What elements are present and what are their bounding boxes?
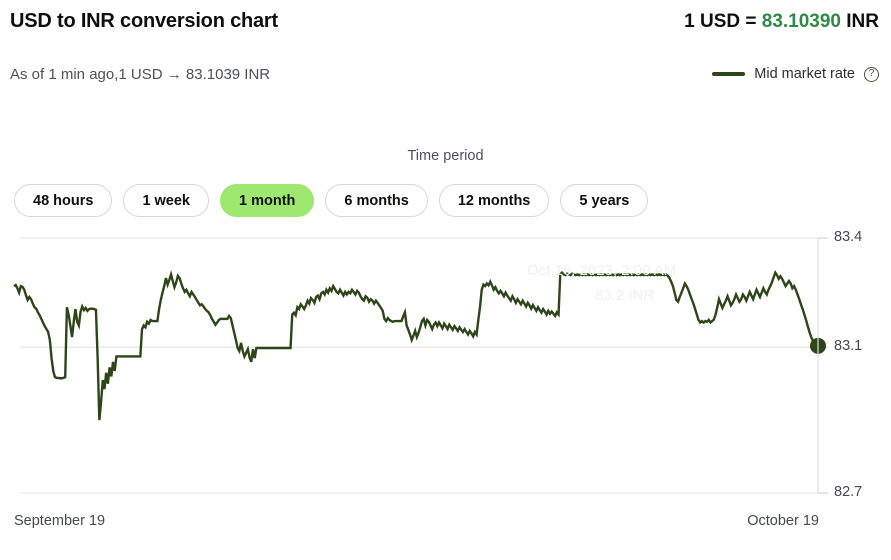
chart-legend: Mid market rate ? <box>712 66 879 82</box>
y-axis-tick-label: 83.4 <box>834 229 863 245</box>
rate-line-chart[interactable]: Oct 16, 2023, 2:00 AM 83.2 INR 83.4 83.1… <box>0 229 891 502</box>
chart-svg <box>13 237 828 494</box>
x-axis-start-label: September 19 <box>14 513 106 529</box>
time-period-option-6-months[interactable]: 6 months <box>325 184 428 217</box>
x-axis-end-label: October 19 <box>747 513 819 529</box>
y-axis-tick-label: 83.1 <box>834 338 863 355</box>
rate-suffix: INR <box>841 11 879 32</box>
time-period-option-5-years[interactable]: 5 years <box>560 184 649 217</box>
usd-inr-conversion-chart-page: USD to INR conversion chart 1 USD = 83.1… <box>0 0 891 560</box>
page-title: USD to INR conversion chart <box>10 10 278 32</box>
time-period-option-12-months[interactable]: 12 months <box>438 184 550 217</box>
time-period-option-1-month[interactable]: 1 month <box>220 184 315 217</box>
time-period-option-1-week[interactable]: 1 week <box>123 184 210 217</box>
chart-gridlines <box>20 237 828 494</box>
line-swatch-icon <box>712 72 746 76</box>
rate-prefix: 1 USD = <box>684 11 762 32</box>
rate-timestamp-subtitle: As of 1 min ago,1 USD → 83.1039 INR <box>10 66 271 83</box>
time-period-label: Time period <box>407 148 484 164</box>
time-period-selector[interactable]: 48 hours 1 week 1 month 6 months 12 months 5 … <box>14 184 649 217</box>
rate-line-series <box>13 269 819 421</box>
time-period-option-48-hours[interactable]: 48 hours <box>14 184 113 217</box>
question-mark-icon[interactable]: ? <box>864 66 879 82</box>
y-axis-tick-label: 82.7 <box>834 484 863 500</box>
rate-value: 83.10390 <box>761 11 841 32</box>
legend-label-mid-market-rate: Mid market rate <box>754 66 855 82</box>
current-rate-display: 1 USD = 83.10390 INR <box>684 11 879 33</box>
